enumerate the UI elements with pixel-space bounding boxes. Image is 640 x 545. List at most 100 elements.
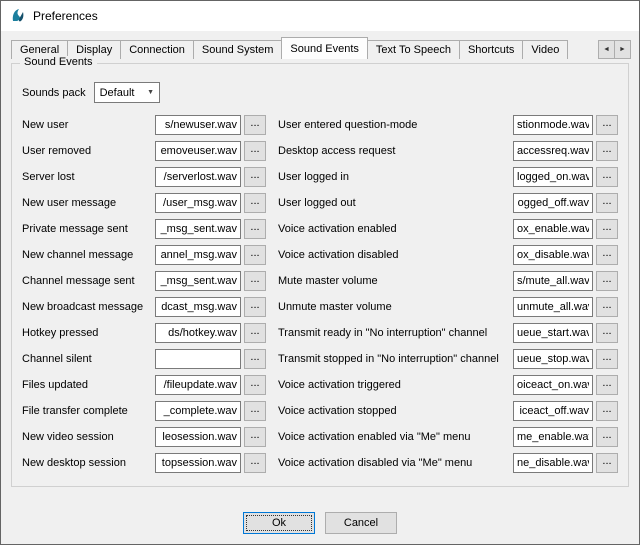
browse-button[interactable]: ...: [596, 193, 618, 213]
browse-button[interactable]: ...: [244, 115, 266, 135]
browse-button[interactable]: ...: [244, 453, 266, 473]
sound-event-row: Voice activation triggered...: [278, 375, 618, 395]
sound-event-label: Voice activation enabled via "Me" menu: [278, 431, 513, 443]
browse-button[interactable]: ...: [244, 323, 266, 343]
sound-file-input[interactable]: [155, 297, 241, 317]
sound-file-input[interactable]: [513, 323, 593, 343]
sound-event-row: Voice activation disabled...: [278, 245, 618, 265]
sound-file-input[interactable]: [513, 219, 593, 239]
sound-file-input[interactable]: [513, 167, 593, 187]
browse-button[interactable]: ...: [244, 401, 266, 421]
sound-file-input[interactable]: [513, 193, 593, 213]
sound-file-input[interactable]: [513, 297, 593, 317]
sound-file-input[interactable]: [513, 453, 593, 473]
browse-button[interactable]: ...: [244, 349, 266, 369]
group-label: Sound Events: [20, 56, 97, 68]
sound-file-input[interactable]: [513, 141, 593, 161]
sound-file-input[interactable]: [513, 115, 593, 135]
sound-event-label: Hotkey pressed: [22, 327, 155, 339]
sound-file-input[interactable]: [155, 453, 241, 473]
tab-sound-events[interactable]: Sound Events: [281, 37, 368, 59]
sound-event-row: File transfer complete...: [22, 401, 266, 421]
browse-button[interactable]: ...: [596, 219, 618, 239]
browse-button[interactable]: ...: [244, 427, 266, 447]
sound-event-label: Files updated: [22, 379, 155, 391]
tab-video[interactable]: Video: [522, 40, 568, 59]
sound-event-label: New desktop session: [22, 457, 155, 469]
sound-event-row: User logged in...: [278, 167, 618, 187]
tab-connection[interactable]: Connection: [120, 40, 194, 59]
sound-file-input[interactable]: [513, 401, 593, 421]
sound-event-row: Mute master volume...: [278, 271, 618, 291]
preferences-window: Preferences GeneralDisplayConnectionSoun…: [0, 0, 640, 545]
sound-event-label: Voice activation enabled: [278, 223, 513, 235]
browse-button[interactable]: ...: [596, 323, 618, 343]
sound-event-row: Voice activation stopped...: [278, 401, 618, 421]
sound-file-input[interactable]: [513, 245, 593, 265]
tab-scroll-left-icon[interactable]: ◄: [598, 40, 615, 59]
sound-event-row: New video session...: [22, 427, 266, 447]
sound-event-row: Transmit stopped in "No interruption" ch…: [278, 349, 618, 369]
sound-event-label: New user message: [22, 197, 155, 209]
sound-file-input[interactable]: [155, 167, 241, 187]
sound-file-input[interactable]: [155, 193, 241, 213]
tab-scroll-right-icon[interactable]: ►: [614, 40, 631, 59]
sound-file-input[interactable]: [513, 375, 593, 395]
tab-sound-system[interactable]: Sound System: [193, 40, 283, 59]
sound-event-row: Unmute master volume...: [278, 297, 618, 317]
browse-button[interactable]: ...: [596, 349, 618, 369]
sound-file-input[interactable]: [155, 401, 241, 421]
sound-file-input[interactable]: [155, 349, 241, 369]
sound-file-input[interactable]: [155, 245, 241, 265]
browse-button[interactable]: ...: [244, 245, 266, 265]
sound-event-label: New video session: [22, 431, 155, 443]
sound-event-row: Channel silent...: [22, 349, 266, 369]
sound-event-label: User removed: [22, 145, 155, 157]
browse-button[interactable]: ...: [244, 297, 266, 317]
sound-file-input[interactable]: [513, 349, 593, 369]
browse-button[interactable]: ...: [596, 115, 618, 135]
sound-event-row: New broadcast message...: [22, 297, 266, 317]
sound-file-input[interactable]: [155, 219, 241, 239]
tab-scroll-control: ◄ ►: [599, 40, 631, 59]
titlebar: Preferences: [1, 1, 639, 31]
cancel-button[interactable]: Cancel: [325, 512, 397, 534]
browse-button[interactable]: ...: [596, 401, 618, 421]
browse-button[interactable]: ...: [596, 297, 618, 317]
sound-event-row: Voice activation disabled via "Me" menu.…: [278, 453, 618, 473]
browse-button[interactable]: ...: [244, 193, 266, 213]
sound-events-columns: New user...User removed...Server lost...…: [22, 115, 618, 479]
browse-button[interactable]: ...: [244, 375, 266, 395]
tab-shortcuts[interactable]: Shortcuts: [459, 40, 523, 59]
sound-file-input[interactable]: [513, 271, 593, 291]
ok-button[interactable]: Ok: [243, 512, 315, 534]
browse-button[interactable]: ...: [244, 141, 266, 161]
sound-events-column-left: New user...User removed...Server lost...…: [22, 115, 266, 479]
browse-button[interactable]: ...: [596, 427, 618, 447]
sound-file-input[interactable]: [155, 115, 241, 135]
browse-button[interactable]: ...: [596, 453, 618, 473]
browse-button[interactable]: ...: [596, 167, 618, 187]
browse-button[interactable]: ...: [596, 271, 618, 291]
sound-file-input[interactable]: [155, 427, 241, 447]
tab-strip: GeneralDisplayConnectionSound SystemSoun…: [1, 31, 639, 59]
sound-event-row: User removed...: [22, 141, 266, 161]
tab-text-to-speech[interactable]: Text To Speech: [367, 40, 460, 59]
sound-event-row: Private message sent...: [22, 219, 266, 239]
browse-button[interactable]: ...: [596, 375, 618, 395]
sound-file-input[interactable]: [513, 427, 593, 447]
sound-file-input[interactable]: [155, 323, 241, 343]
sound-events-group: Sound Events Sounds pack Default ▼ New u…: [11, 63, 629, 487]
sound-event-label: User entered question-mode: [278, 119, 513, 131]
sound-file-input[interactable]: [155, 271, 241, 291]
browse-button[interactable]: ...: [596, 141, 618, 161]
browse-button[interactable]: ...: [244, 167, 266, 187]
sound-event-label: Transmit stopped in "No interruption" ch…: [278, 353, 513, 365]
browse-button[interactable]: ...: [244, 219, 266, 239]
browse-button[interactable]: ...: [596, 245, 618, 265]
sounds-pack-select[interactable]: Default ▼: [94, 82, 160, 103]
sound-file-input[interactable]: [155, 375, 241, 395]
sound-event-row: User logged out...: [278, 193, 618, 213]
sound-file-input[interactable]: [155, 141, 241, 161]
browse-button[interactable]: ...: [244, 271, 266, 291]
